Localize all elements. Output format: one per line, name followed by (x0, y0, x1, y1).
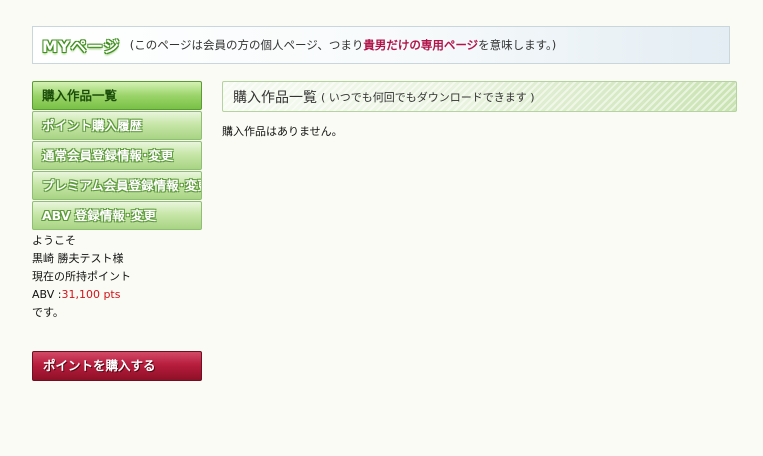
points-line: ABV :31,100 pts (32, 286, 131, 304)
menu-premium-member-info[interactable]: プレミアム会員登録情報･変更 (32, 171, 202, 200)
menu-abv-info[interactable]: ABV 登録情報･変更 (32, 201, 202, 230)
points-prefix: ABV : (32, 288, 62, 301)
banner-desc-pre: (このページは会員の方の個人ページ、つまり (129, 38, 364, 52)
user-name: 黒崎 勝夫テスト様 (32, 252, 124, 265)
menu-regular-member-info[interactable]: 通常会員登録情報･変更 (32, 141, 202, 170)
mypage-logo: MYページ (42, 37, 120, 56)
points-label: 現在の所持ポイント (32, 270, 131, 283)
page-title: 購入作品一覧 (233, 89, 317, 106)
banner-desc-highlight: 貴男だけの専用ページ (363, 38, 479, 52)
welcome-greeting: ようこそ (32, 234, 76, 247)
banner-desc-post: を意味します。) (478, 38, 557, 52)
sidebar-menu: 購入作品一覧 ポイント購入履歴 通常会員登録情報･変更 プレミアム会員登録情報･… (32, 81, 202, 231)
menu-point-purchase-history[interactable]: ポイント購入履歴 (32, 111, 202, 140)
menu-purchased-works[interactable]: 購入作品一覧 (32, 81, 202, 110)
welcome-closing: です。 (32, 306, 64, 319)
page-subtitle: ( いつでも何回でもダウンロードできます ) (321, 90, 535, 104)
buy-points-button[interactable]: ポイントを購入する (32, 351, 202, 381)
section-header: 購入作品一覧 ( いつでも何回でもダウンロードできます ) (222, 81, 737, 112)
welcome-panel: ようこそ 黒崎 勝夫テスト様 現在の所持ポイント ABV :31,100 pts… (32, 232, 131, 322)
empty-message: 購入作品はありません。 (222, 125, 343, 138)
banner-description: (このページは会員の方の個人ページ、つまり貴男だけの専用ページを意味します。) (130, 37, 557, 53)
mypage-banner: MYページ (このページは会員の方の個人ページ、つまり貴男だけの専用ページを意味… (32, 26, 730, 64)
points-value: 31,100 pts (61, 288, 121, 301)
